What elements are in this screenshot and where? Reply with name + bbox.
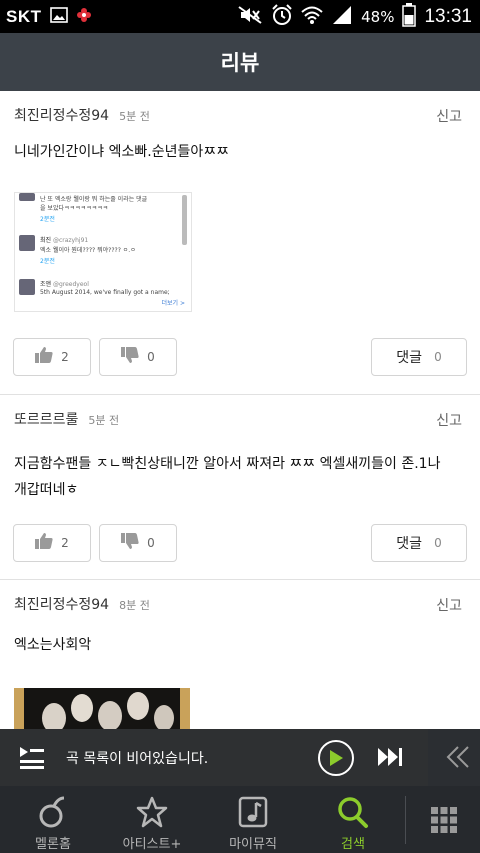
dislike-button[interactable]: 0 — [99, 338, 177, 376]
thumbs-up-icon — [35, 347, 53, 367]
embedded-text: 엑소 웰이아 뭔데???? 뭐야???? ㅇ.ㅇ — [40, 247, 136, 254]
embedded-handle: @crazyhj91 — [52, 237, 89, 244]
double-chevron-left-icon — [446, 746, 469, 768]
clock: 13:31 — [424, 5, 472, 27]
mini-player: 곡 목록이 비어있습니다. — [0, 729, 480, 786]
review-text: 엑소는사회악 — [14, 637, 92, 653]
review-text-line: 개갑떠네ㅎ — [14, 482, 79, 498]
embedded-more-link: 더보기 > — [161, 300, 186, 307]
review-time: 8분 전 — [119, 599, 150, 612]
embedded-name: 최진 — [40, 237, 52, 244]
signal-icon — [331, 5, 353, 29]
play-icon — [330, 750, 343, 766]
review-item: 또르르르룰 5분 전 신고 지금함수팬들 ㅈㄴ빡친상태니깐 알아서 짜져라 ㅉㅉ… — [0, 395, 480, 580]
review-text-line: 지금함수팬들 ㅈㄴ빡친상태니깐 알아서 짜져라 ㅉㅉ 엑셀새끼들이 존.1나 — [14, 456, 441, 472]
thumbs-down-icon — [121, 533, 139, 553]
comment-count: 0 — [434, 536, 442, 550]
nav-label: 검색 — [341, 837, 365, 852]
like-button[interactable]: 2 — [13, 524, 91, 562]
embedded-text: 난 또 엑소랑 웰이랑 뭐 하는줄 이라는 댓글 — [40, 196, 148, 203]
nav-divider — [405, 796, 406, 844]
playlist-icon[interactable] — [18, 745, 46, 773]
like-count: 2 — [61, 536, 69, 550]
review-author[interactable]: 최진리정수정94 — [14, 594, 109, 614]
nav-item-menu[interactable] — [416, 786, 472, 853]
page-header: 리뷰 — [0, 33, 480, 91]
group-photo-image — [14, 688, 190, 729]
embedded-time: 2분전 — [40, 216, 55, 223]
play-button[interactable] — [318, 740, 354, 776]
embedded-name: 조앤 — [40, 281, 52, 288]
melon-home-icon — [39, 796, 65, 828]
review-list[interactable]: 최진리정수정94 5분 전 신고 니네가인간이냐 엑소빠.순년들아ㅉㅉ 난 또 … — [0, 91, 480, 729]
report-button[interactable]: 신고 — [436, 410, 462, 430]
search-icon — [338, 797, 368, 828]
dislike-count: 0 — [147, 536, 155, 550]
embedded-handle: @greedyeol — [52, 281, 89, 288]
review-time: 5분 전 — [88, 414, 120, 427]
nav-item-search[interactable]: 검색 — [320, 786, 386, 853]
comment-button[interactable]: 댓글 0 — [371, 524, 467, 562]
review-attached-photo[interactable] — [14, 688, 190, 729]
gallery-icon — [49, 6, 68, 27]
music-note-icon — [238, 796, 268, 828]
bottom-navigation: 멜론홈 아티스트+ 마이뮤직 검색 — [0, 786, 480, 853]
review-text: 지금함수팬들 ㅈㄴ빡친상태니깐 알아서 짜져라 ㅉㅉ 엑셀새끼들이 존.1나 개… — [14, 451, 464, 503]
embedded-avatar — [19, 279, 35, 295]
review-author[interactable]: 또르르르룰 — [14, 409, 78, 429]
grid-menu-icon — [431, 807, 457, 833]
embedded-avatar — [19, 235, 35, 251]
comment-label: 댓글 — [396, 536, 423, 552]
comment-button[interactable]: 댓글 0 — [371, 338, 467, 376]
nav-label: 마이뮤직 — [229, 837, 277, 852]
embedded-scrollbar — [182, 195, 187, 245]
player-expand-button[interactable] — [428, 729, 480, 786]
status-bar: SKT 48% 13:31 — [0, 0, 480, 33]
nav-label: 멜론홈 — [35, 837, 71, 852]
review-time: 5분 전 — [119, 110, 150, 123]
dislike-button[interactable]: 0 — [99, 524, 177, 562]
embedded-time: 2분전 — [40, 258, 55, 265]
player-status-text: 곡 목록이 비어있습니다. — [66, 751, 209, 767]
nav-item-my-music[interactable]: 마이뮤직 — [220, 786, 286, 853]
thumbs-up-icon — [35, 533, 53, 553]
comment-label: 댓글 — [396, 350, 423, 366]
review-text: 니네가인간이냐 엑소빠.순년들아ㅉㅉ — [14, 144, 229, 160]
embedded-text: 을 보았다ㅋㅋㅋㅋㅋㅋㅋㅋ — [40, 205, 109, 212]
like-count: 2 — [61, 350, 69, 364]
review-item: 최진리정수정94 8분 전 신고 엑소는사회악 — [0, 580, 480, 729]
alarm-icon — [271, 3, 293, 30]
report-button[interactable]: 신고 — [436, 106, 462, 126]
next-track-button[interactable] — [377, 746, 405, 772]
wifi-icon — [301, 5, 323, 29]
skip-next-icon — [378, 748, 402, 766]
review-author[interactable]: 최진리정수정94 — [14, 105, 109, 125]
thumbs-down-icon — [121, 347, 139, 367]
embedded-avatar — [19, 193, 35, 201]
nav-item-artist-plus[interactable]: 아티스트+ — [114, 786, 190, 853]
flower-icon — [76, 7, 92, 27]
mute-icon — [237, 5, 263, 29]
review-item: 최진리정수정94 5분 전 신고 니네가인간이냐 엑소빠.순년들아ㅉㅉ 난 또 … — [0, 91, 480, 395]
nav-label: 아티스트+ — [122, 837, 182, 852]
carrier-label: SKT — [6, 6, 42, 26]
dislike-count: 0 — [147, 350, 155, 364]
nav-item-melon-home[interactable]: 멜론홈 — [20, 786, 86, 853]
battery-percent: 48% — [361, 7, 395, 26]
embedded-text: 5th August 2014, we've finally got a nam… — [40, 289, 170, 296]
battery-icon — [402, 2, 417, 31]
star-icon — [136, 796, 168, 828]
comment-count: 0 — [434, 350, 442, 364]
like-button[interactable]: 2 — [13, 338, 91, 376]
page-title: 리뷰 — [220, 51, 260, 75]
review-attached-image[interactable]: 난 또 엑소랑 웰이랑 뭐 하는줄 이라는 댓글 을 보았다ㅋㅋㅋㅋㅋㅋㅋㅋ 2… — [14, 192, 192, 312]
report-button[interactable]: 신고 — [436, 595, 462, 615]
